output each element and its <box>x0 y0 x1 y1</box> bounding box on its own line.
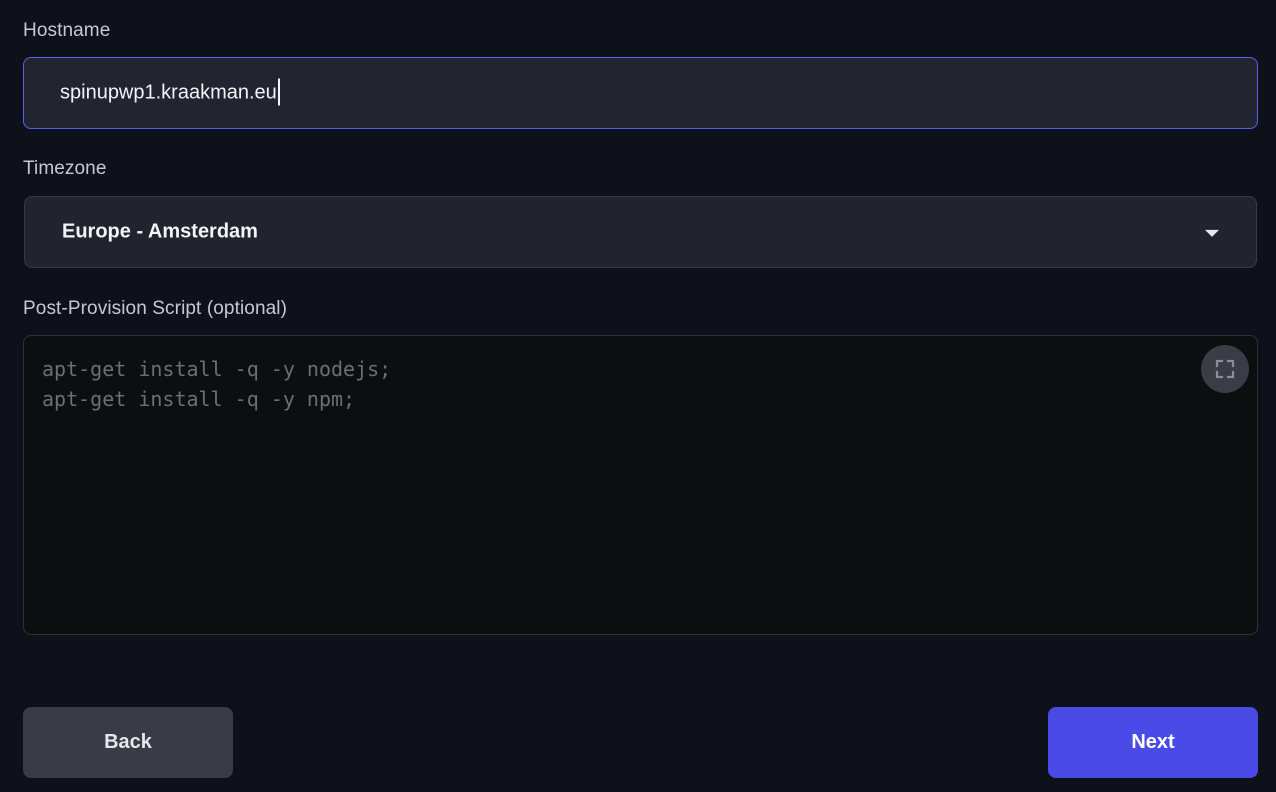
timezone-selected-value: Europe - Amsterdam <box>62 220 258 243</box>
script-line: apt-get install -q -y nodejs; <box>42 357 392 381</box>
back-button[interactable]: Back <box>23 707 233 778</box>
hostname-input[interactable]: spinupwp1.kraakman.eu <box>23 57 1258 129</box>
server-setup-form: Hostname spinupwp1.kraakman.eu Timezone … <box>0 0 1276 792</box>
next-button[interactable]: Next <box>1048 707 1258 778</box>
timezone-label: Timezone <box>23 158 107 179</box>
script-code: apt-get install -q -y nodejs; apt-get ins… <box>42 354 391 414</box>
fullscreen-icon <box>1215 359 1235 379</box>
script-label: Post-Provision Script (optional) <box>23 298 288 319</box>
hostname-label: Hostname <box>23 20 111 41</box>
hostname-value-wrap: spinupwp1.kraakman.eu <box>60 78 280 107</box>
chevron-down-icon <box>1205 229 1219 237</box>
script-editor[interactable]: apt-get install -q -y nodejs; apt-get ins… <box>23 335 1258 635</box>
timezone-select[interactable]: Europe - Amsterdam <box>24 196 1257 268</box>
fullscreen-button[interactable] <box>1201 345 1249 393</box>
hostname-value: spinupwp1.kraakman.eu <box>60 81 277 104</box>
text-caret <box>277 78 280 106</box>
script-line: apt-get install -q -y npm; <box>42 387 356 411</box>
